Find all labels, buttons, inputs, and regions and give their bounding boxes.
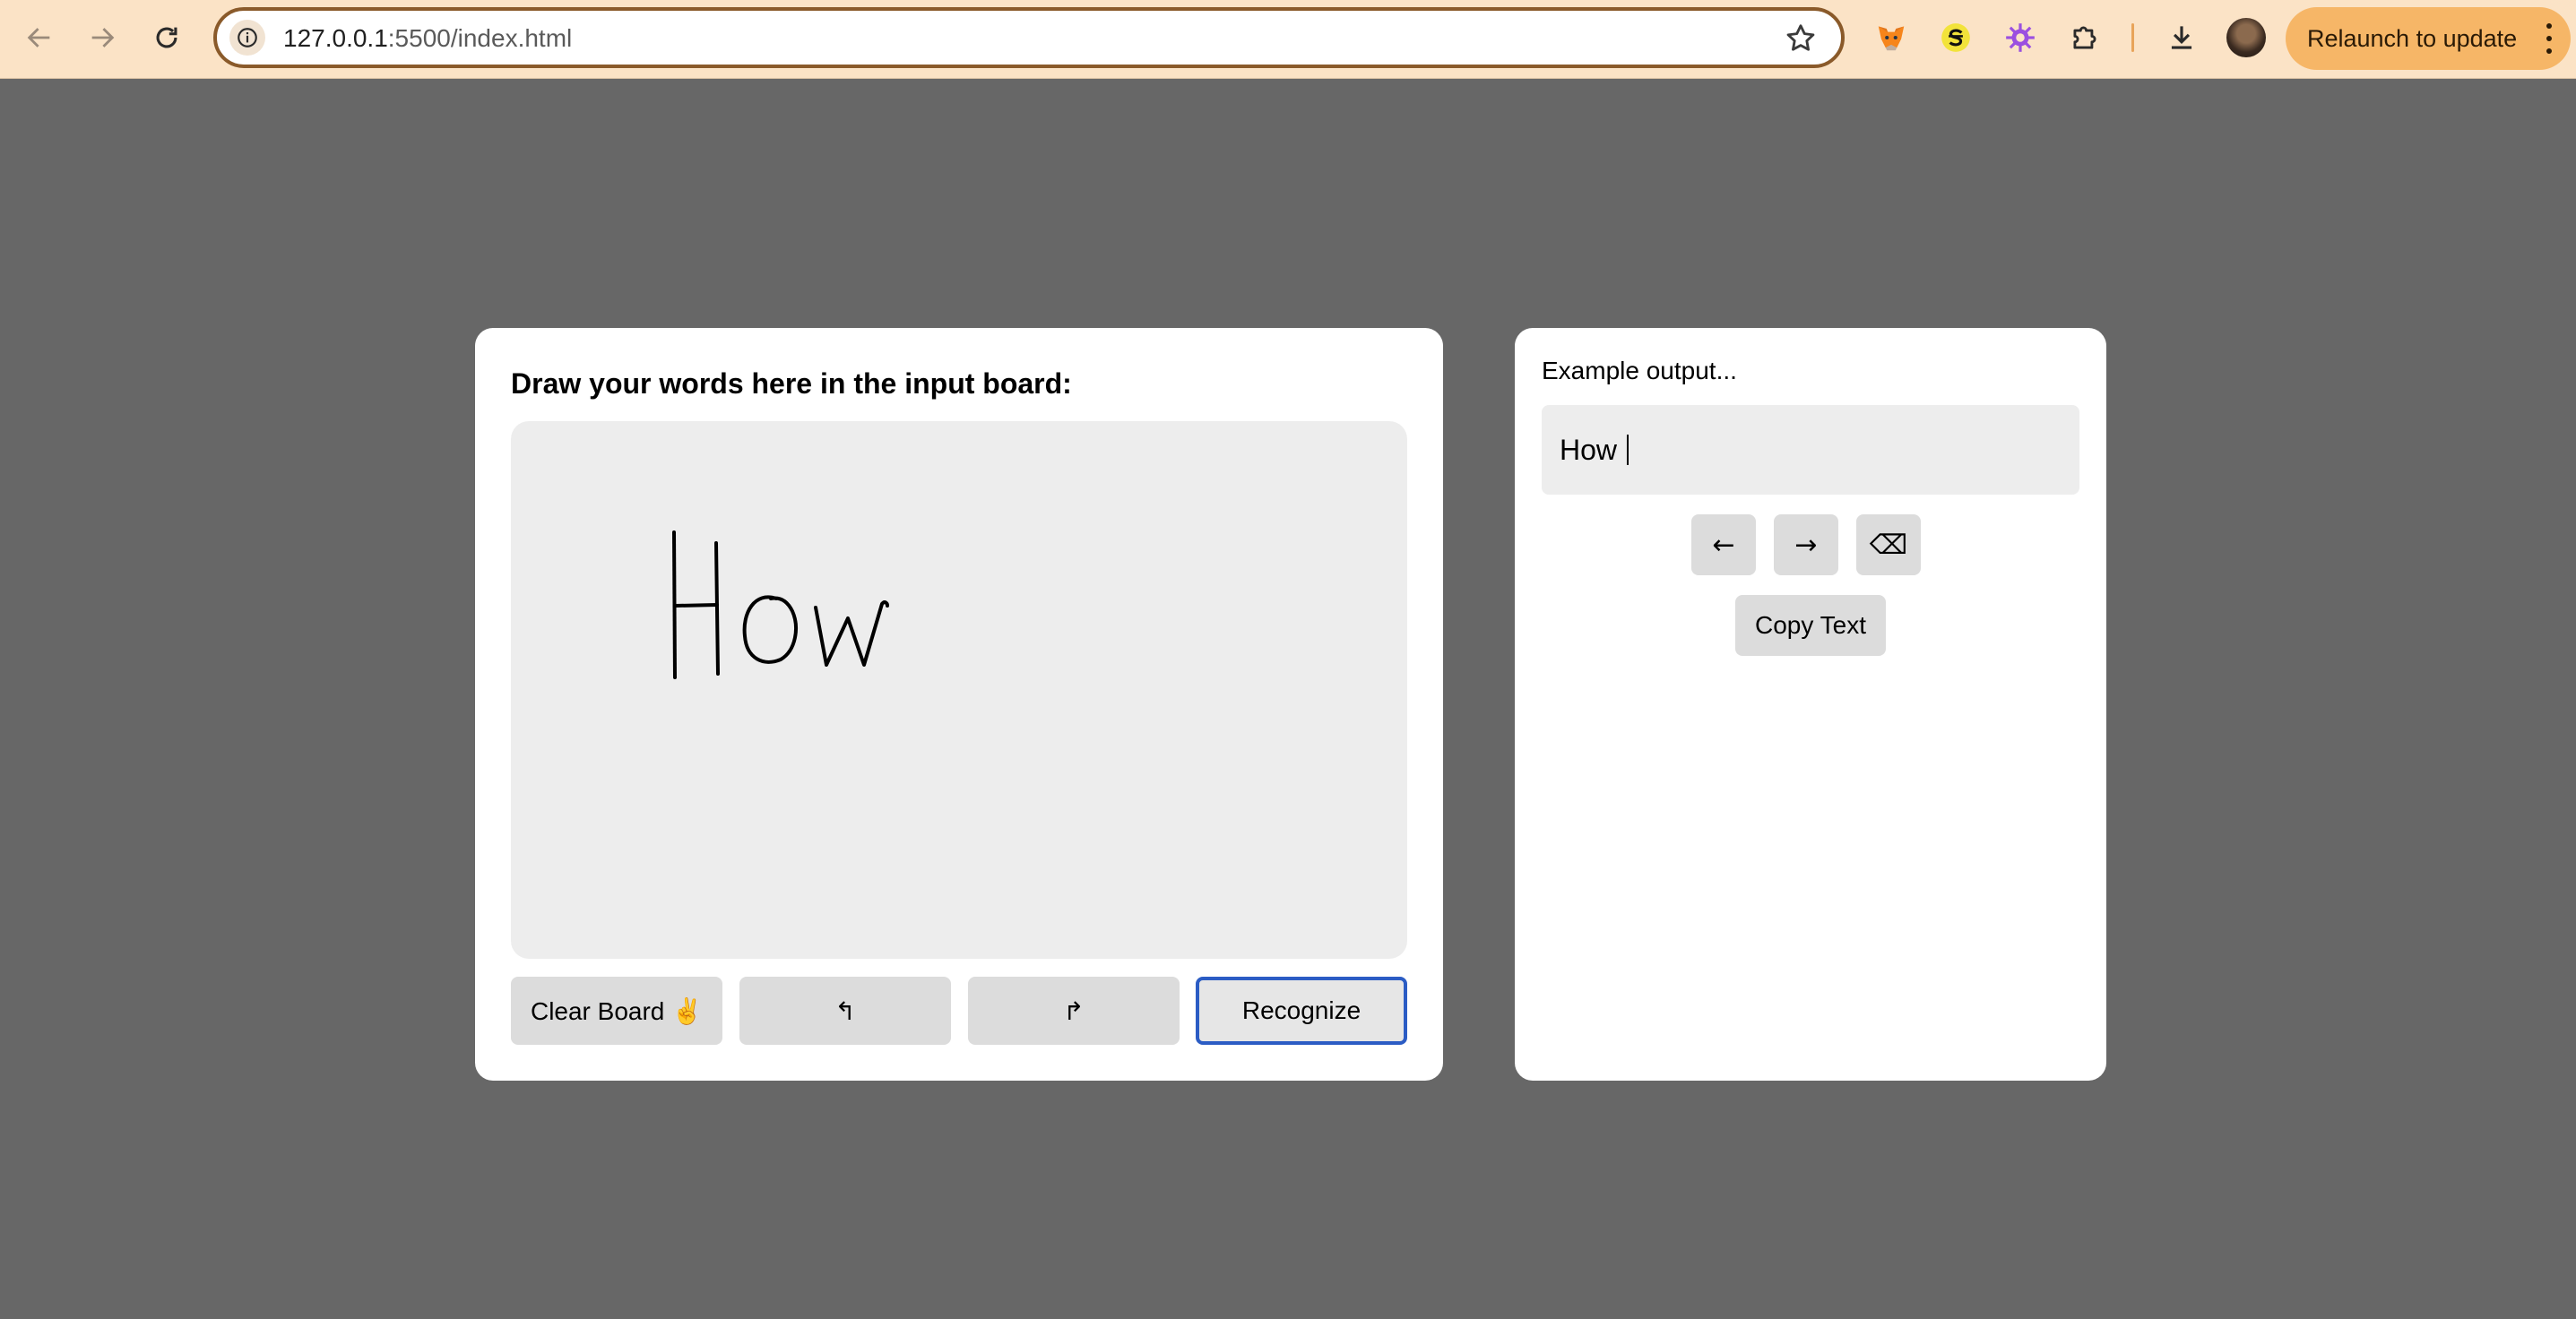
- purple-gear-extension-icon[interactable]: [2001, 18, 2040, 57]
- puzzle-extensions-icon[interactable]: [2065, 18, 2105, 57]
- reload-button[interactable]: [145, 16, 188, 59]
- profile-avatar[interactable]: [2226, 18, 2266, 57]
- cursor-left-button[interactable]: ←: [1691, 514, 1756, 575]
- backspace-button[interactable]: ⌫: [1856, 514, 1921, 575]
- yellow-s-extension-icon[interactable]: [1936, 18, 1975, 57]
- input-card: Draw your words here in the input board:…: [475, 328, 1443, 1081]
- relaunch-button[interactable]: Relaunch to update: [2286, 7, 2571, 70]
- address-bar[interactable]: 127.0.0.1:5500/index.html: [213, 7, 1845, 68]
- output-text-field[interactable]: How: [1542, 405, 2079, 495]
- forward-button[interactable]: [81, 16, 124, 59]
- kebab-menu-icon[interactable]: [2544, 23, 2554, 54]
- toolbar-separator: [2131, 23, 2134, 52]
- drawing-board[interactable]: [511, 421, 1407, 959]
- url-host: 127.0.0.1: [283, 24, 388, 52]
- stroke-h-right: [714, 541, 720, 676]
- clear-board-button[interactable]: Clear Board ✌️: [511, 977, 722, 1045]
- bookmark-star-icon[interactable]: [1784, 22, 1818, 56]
- forward-arrow-icon: [91, 28, 115, 47]
- stroke-w: [814, 600, 889, 667]
- metamask-fox-icon[interactable]: [1871, 18, 1911, 57]
- output-text: How: [1560, 433, 1625, 466]
- reload-icon: [156, 27, 177, 48]
- text-caret: [1626, 435, 1629, 465]
- recognize-button[interactable]: Recognize: [1196, 977, 1407, 1045]
- url-path: :5500/index.html: [387, 24, 573, 52]
- input-board-title: Draw your words here in the input board:: [511, 367, 1072, 400]
- browser-toolbar: 127.0.0.1:5500/index.html Relaunch to up…: [0, 0, 2576, 79]
- url-text[interactable]: 127.0.0.1:5500/index.html: [283, 24, 572, 53]
- redo-button[interactable]: ↱: [968, 977, 1180, 1045]
- back-arrow-icon: [27, 28, 50, 47]
- stroke-h-bar: [674, 603, 719, 608]
- output-card: Example output... How ← → ⌫ Copy Text: [1515, 328, 2106, 1081]
- stroke-o: [742, 595, 798, 664]
- cursor-right-button[interactable]: →: [1774, 514, 1838, 575]
- undo-button[interactable]: ↰: [739, 977, 951, 1045]
- site-info-icon[interactable]: [229, 20, 265, 56]
- relaunch-label: Relaunch to update: [2307, 24, 2518, 52]
- handwritten-strokes: [672, 530, 889, 679]
- back-button[interactable]: [18, 16, 61, 59]
- output-label: Example output...: [1542, 357, 1737, 384]
- copy-text-button[interactable]: Copy Text: [1735, 595, 1886, 656]
- download-icon[interactable]: [2162, 18, 2201, 57]
